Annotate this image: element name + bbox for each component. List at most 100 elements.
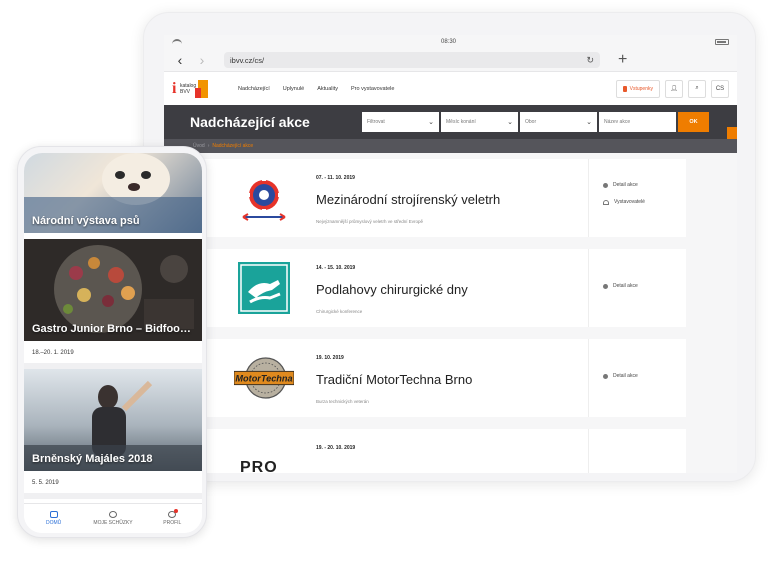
status-bar: 08:30 (164, 35, 737, 49)
event-title[interactable]: Tradiční MotorTechna Brno (316, 372, 472, 387)
status-time: 08:30 (440, 39, 456, 45)
site-header: i katalog BVV Nadcházející Uplynulé Aktu… (164, 71, 737, 105)
ticket-icon (622, 85, 627, 92)
home-icon (49, 511, 58, 518)
forward-icon[interactable]: › (194, 52, 210, 68)
pro-logo: PRO (240, 459, 278, 473)
month-select-label: Měsíc konání (446, 119, 476, 125)
event-list: 07. - 11. 10. 2019 Mezinárodní strojíren… (164, 153, 737, 473)
detail-link[interactable]: Detail akce (603, 182, 638, 188)
ok-button[interactable]: OK (678, 112, 709, 132)
hands-logo-icon (238, 262, 290, 314)
search-icon: ⌕ (695, 85, 699, 91)
tab-home[interactable]: DOMŮ (24, 504, 83, 533)
phone-event-date: 5. 5. 2019 (24, 471, 202, 499)
divider (588, 159, 589, 237)
tablet-screen: 08:30 ‹ › ibvv.cz/cs/ ↻ + i katalog BVV (164, 35, 737, 473)
tickets-button[interactable]: Vstupenky (615, 79, 660, 98)
event-date: 19. - 20. 10. 2019 (316, 445, 356, 451)
tab-profile[interactable]: PROFIL (143, 504, 202, 533)
language-button[interactable]: CS (711, 79, 729, 98)
info-icon (603, 182, 608, 188)
info-icon (603, 373, 608, 379)
exhibitors-link[interactable]: Vystavovatelé (603, 199, 645, 205)
motortechna-logo-text: MotorTechna (235, 373, 292, 383)
field-select-label: Obor (525, 119, 537, 125)
search-button[interactable]: ⌕ (688, 79, 706, 98)
language-label: CS (715, 85, 725, 92)
wifi-icon (172, 39, 182, 45)
stage: 08:30 ‹ › ibvv.cz/cs/ ↻ + i katalog BVV (0, 0, 776, 568)
chevron-down-icon: ⌄ (428, 119, 434, 126)
detail-link[interactable]: Detail akce (603, 283, 638, 289)
phone-event-card[interactable]: Gastro Junior Brno – Bidfoo… 18.–20. 1. … (24, 239, 202, 369)
chevron-down-icon: ⌄ (507, 119, 513, 126)
katalog-bvv-logo[interactable]: i katalog BVV (172, 79, 234, 98)
info-icon (603, 283, 608, 289)
dog-show-image: Národní výstava psů (24, 153, 202, 233)
filter-select[interactable]: Filtrovat ⌄ (362, 112, 439, 132)
back-icon[interactable]: ‹ (172, 52, 188, 68)
surgical-days-logo (234, 262, 294, 314)
phone-device: Národní výstava psů 13.–14. 1. 2019 Gast… (17, 146, 207, 538)
filter-select-label: Filtrovat (367, 119, 385, 125)
nav-news[interactable]: Aktuality (317, 86, 338, 92)
page-title: Nadcházející akce (190, 114, 310, 130)
breadcrumb: Úvod › Nadcházející akce (164, 139, 737, 153)
phone-event-title: Gastro Junior Brno – Bidfoo… (32, 323, 191, 335)
logo-bottom-text: BVV (180, 88, 191, 95)
event-description: Nejvýznamnější průmyslový veletrh ve stř… (316, 219, 424, 224)
event-card[interactable]: 14. - 15. 10. 2019 Podlahovy chirurgické… (204, 249, 686, 327)
phone-tab-bar: DOMŮ MOJE SCHŮZKY PROFIL (24, 503, 202, 533)
nav-past[interactable]: Uplynulé (283, 86, 304, 92)
divider (588, 429, 589, 473)
breadcrumb-current: Nadcházející akce (212, 143, 254, 149)
tab-meetings[interactable]: MOJE SCHŮZKY (83, 504, 142, 533)
msv-logo (234, 173, 294, 223)
event-card[interactable]: 07. - 11. 10. 2019 Mezinárodní strojíren… (204, 159, 686, 237)
tab-meetings-label: MOJE SCHŮZKY (93, 520, 133, 526)
gastro-image: Gastro Junior Brno – Bidfoo… (24, 239, 202, 341)
detail-label: Detail akce (613, 283, 638, 289)
user-icon: 👤︎ (670, 86, 678, 92)
phone-event-date: 18.–20. 1. 2019 (24, 341, 202, 369)
users-icon (603, 199, 609, 205)
month-select[interactable]: Měsíc konání ⌄ (441, 112, 518, 132)
page-banner: Nadcházející akce Filtrovat ⌄ Měsíc konán… (164, 105, 737, 139)
reload-icon[interactable]: ↻ (586, 55, 594, 66)
battery-icon (714, 39, 729, 45)
event-title[interactable]: Mezinárodní strojírenský veletrh (316, 192, 500, 207)
field-select[interactable]: Obor ⌄ (520, 112, 597, 132)
divider (588, 339, 589, 417)
detail-label: Detail akce (613, 182, 638, 188)
event-date: 14. - 15. 10. 2019 (316, 265, 356, 271)
nav-upcoming[interactable]: Nadcházející (238, 86, 270, 92)
phone-screen: Národní výstava psů 13.–14. 1. 2019 Gast… (24, 153, 202, 533)
phone-event-card[interactable]: Brněnský Majáles 2018 5. 5. 2019 (24, 369, 202, 499)
tab-profile-label: PROFIL (163, 520, 182, 526)
phone-event-title: Národní výstava psů (32, 215, 140, 227)
event-card[interactable]: PRO 19. - 20. 10. 2019 (204, 429, 686, 473)
event-description: Chirurgické konference (316, 309, 363, 314)
event-name-input[interactable]: Název akce (599, 112, 676, 132)
logo-i-icon: i (172, 79, 177, 97)
url-bar[interactable]: ibvv.cz/cs/ ↻ (224, 52, 600, 68)
user-button[interactable]: 👤︎ (665, 79, 683, 98)
logo-square-icon (195, 79, 209, 98)
motortechna-logo-icon: MotorTechna (234, 357, 294, 399)
detail-link[interactable]: Detail akce (603, 373, 638, 379)
nav-exhibitors[interactable]: Pro vystavovatele (351, 86, 394, 92)
event-card[interactable]: MotorTechna 19. 10. 2019 Tradiční MotorT… (204, 339, 686, 417)
event-title[interactable]: Podlahovy chirurgické dny (316, 282, 468, 297)
event-date: 19. 10. 2019 (316, 355, 344, 361)
event-description: Burza technických veterán (316, 399, 369, 404)
event-date: 07. - 11. 10. 2019 (316, 175, 355, 181)
browser-bar: ‹ › ibvv.cz/cs/ ↻ + (164, 49, 737, 71)
link-icon (108, 511, 117, 518)
detail-label: Detail akce (613, 373, 638, 379)
exhibitors-label: Vystavovatelé (614, 199, 645, 205)
phone-event-title: Brněnský Majáles 2018 (32, 453, 153, 465)
url-text: ibvv.cz/cs/ (230, 55, 265, 65)
new-tab-icon[interactable]: + (618, 51, 627, 69)
banner-accent (727, 127, 737, 139)
